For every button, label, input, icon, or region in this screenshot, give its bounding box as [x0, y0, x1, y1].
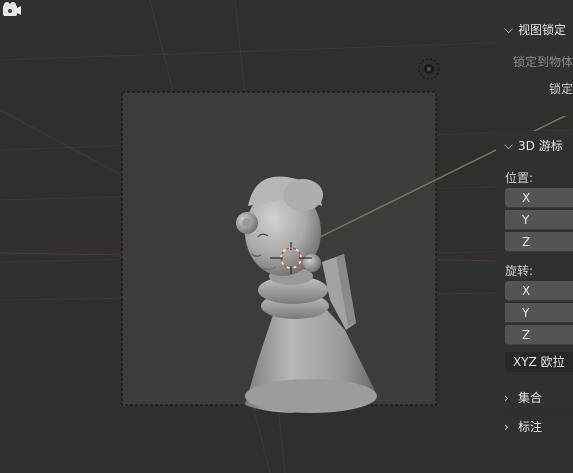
collection-panel-header[interactable]: › 集合: [496, 385, 573, 410]
viewport-canvas[interactable]: [0, 0, 573, 473]
3d-cursor-title: 3D 游标: [518, 138, 563, 153]
annotation-panel-header[interactable]: › 标注: [496, 414, 573, 439]
location-y-field[interactable]: Y: [505, 210, 573, 230]
chevron-down-icon: ⌵: [504, 21, 514, 36]
3d-viewport[interactable]: [0, 0, 573, 473]
n-panel-sidebar: ⌵ 视图锁定 锁定到物体 锁定 ⌵ 3D 游标 位置: X Y Z 旋转: X …: [496, 0, 573, 473]
camera-icon[interactable]: [0, 0, 22, 20]
rotation-label: 旋转:: [505, 264, 534, 278]
collection-title: 集合: [518, 391, 543, 405]
chevron-right-icon: ›: [504, 419, 509, 434]
lock-label: 锁定: [549, 82, 573, 96]
3d-cursor-panel-header[interactable]: ⌵ 3D 游标: [496, 132, 573, 158]
rotation-z-field[interactable]: Z: [505, 325, 573, 345]
location-label: 位置:: [505, 171, 534, 185]
lock-to-object-label: 锁定到物体: [513, 55, 573, 69]
light-icon[interactable]: [418, 58, 440, 80]
rotation-y-field[interactable]: Y: [505, 303, 573, 323]
blender-window: ⌵ 视图锁定 锁定到物体 锁定 ⌵ 3D 游标 位置: X Y Z 旋转: X …: [0, 0, 573, 473]
rotation-x-field[interactable]: X: [505, 281, 573, 301]
rotation-mode-dropdown[interactable]: XYZ 欧拉: [505, 352, 573, 372]
view-lock-panel-header[interactable]: ⌵ 视图锁定: [496, 16, 573, 42]
annotation-title: 标注: [518, 420, 543, 434]
chevron-down-icon: ⌵: [504, 137, 514, 152]
location-x-field[interactable]: X: [505, 188, 573, 208]
location-z-field[interactable]: Z: [505, 232, 573, 252]
view-lock-title: 视图锁定: [518, 22, 567, 37]
chevron-right-icon: ›: [504, 390, 509, 405]
